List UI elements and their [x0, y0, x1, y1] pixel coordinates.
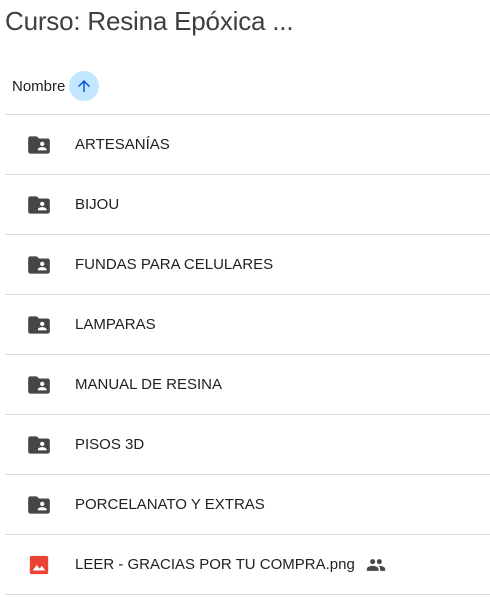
list-item[interactable]: ARTESANÍAS: [5, 114, 490, 174]
shared-folder-icon: [26, 132, 52, 158]
list-item[interactable]: FUNDAS PARA CELULARES: [5, 234, 490, 294]
list-item[interactable]: MANUAL DE RESINA: [5, 354, 490, 414]
shared-folder-icon: [26, 372, 52, 398]
image-file-icon: [26, 552, 52, 578]
item-name: PISOS 3D: [75, 436, 145, 453]
list-item[interactable]: PORCELANATO Y EXTRAS: [5, 474, 490, 534]
list-item[interactable]: PISOS 3D: [5, 414, 490, 474]
list-item[interactable]: LEER - GRACIAS POR TU COMPRA.png: [5, 534, 490, 595]
shared-folder-icon: [26, 252, 52, 278]
item-name: FUNDAS PARA CELULARES: [75, 256, 274, 273]
list-item[interactable]: BIJOU: [5, 174, 490, 234]
item-name: LAMPARAS: [75, 316, 156, 333]
file-list: ARTESANÍAS BIJOU FUNDAS PARA CELULARES L…: [5, 114, 490, 595]
item-name: ARTESANÍAS: [75, 136, 170, 153]
drive-folder-view: Curso: Resina Epóxica ... Nombre ARTESAN…: [0, 0, 490, 597]
sort-header: Nombre: [12, 70, 100, 102]
item-name: PORCELANATO Y EXTRAS: [75, 496, 265, 513]
item-name: BIJOU: [75, 196, 120, 213]
sort-column-name[interactable]: Nombre: [12, 78, 65, 95]
shared-folder-icon: [26, 432, 52, 458]
item-name: MANUAL DE RESINA: [75, 376, 222, 393]
list-item[interactable]: LAMPARAS: [5, 294, 490, 354]
shared-folder-icon: [26, 312, 52, 338]
item-name: LEER - GRACIAS POR TU COMPRA.png: [75, 556, 355, 573]
shared-folder-icon: [26, 192, 52, 218]
sort-direction-button[interactable]: [69, 71, 100, 101]
arrow-up-icon: [78, 80, 91, 92]
page-title: Curso: Resina Epóxica ...: [5, 6, 294, 36]
shared-folder-icon: [26, 492, 52, 518]
people-icon: [365, 554, 387, 576]
